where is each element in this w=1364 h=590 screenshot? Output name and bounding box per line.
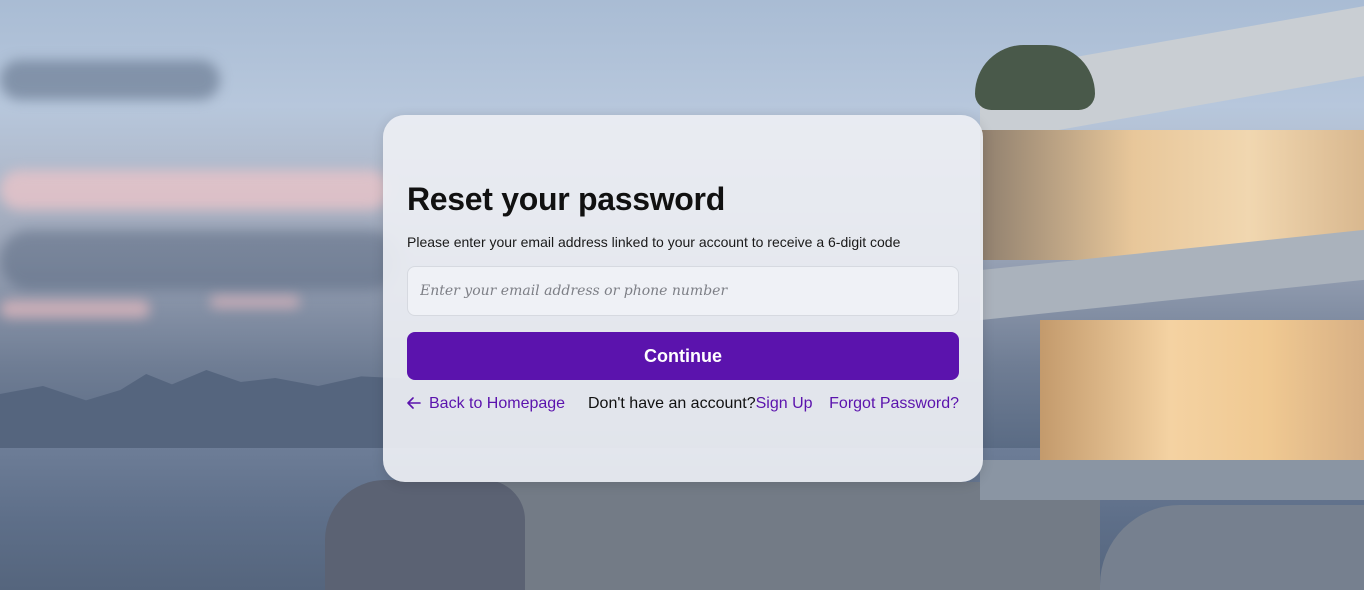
instructions-text: Please enter your email address linked t…: [407, 234, 901, 250]
back-to-homepage-label: Back to Homepage: [429, 395, 566, 412]
continue-button[interactable]: Continue: [407, 332, 959, 380]
signup-prompt: Don't have an account?Sign Up: [588, 395, 813, 413]
background-rocks: [325, 480, 525, 590]
sign-up-link[interactable]: Sign Up: [756, 395, 813, 412]
account-prompt-text: Don't have an account?: [588, 395, 756, 412]
background-cloud: [0, 230, 400, 290]
background-rocks: [1100, 505, 1364, 590]
background-cloud: [0, 170, 390, 210]
email-or-phone-input[interactable]: [407, 266, 959, 316]
forgot-password-link[interactable]: Forgot Password?: [829, 395, 959, 413]
background-cloud: [0, 60, 220, 100]
house-lower-floor: [1040, 320, 1364, 460]
arrow-left-icon: [407, 395, 423, 413]
background-cloud: [0, 300, 150, 318]
background-mountains: [0, 370, 430, 450]
page-title: Reset your password: [407, 181, 725, 217]
house-base: [980, 460, 1364, 500]
background-cloud: [210, 296, 300, 308]
back-to-homepage-link[interactable]: Back to Homepage: [407, 395, 565, 413]
card-links: Back to Homepage Don't have an account?S…: [407, 395, 959, 417]
reset-password-card: Reset your password Please enter your em…: [383, 115, 983, 482]
login-page: Reset your password Please enter your em…: [0, 0, 1364, 590]
